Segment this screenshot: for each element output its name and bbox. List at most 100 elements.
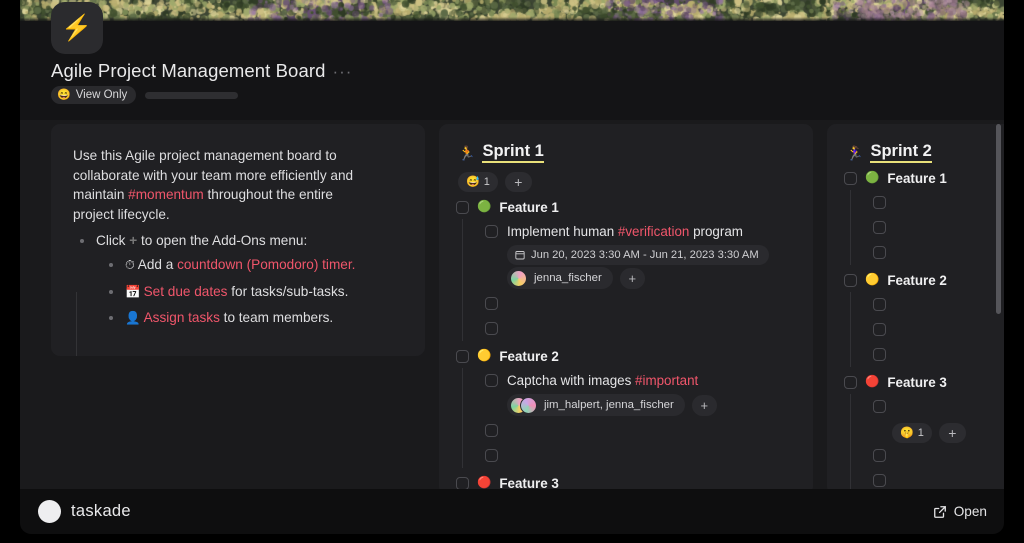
sprint-1-body: 🟢 Feature 1 Implement human #verification … xyxy=(439,196,813,495)
empty-task-row[interactable] xyxy=(856,292,1004,317)
shushing-face-emoji-icon: 🤫 xyxy=(900,426,914,439)
assignee-names: jenna_fischer xyxy=(534,272,602,284)
description-paragraph: Use this Agile project management board … xyxy=(73,146,369,224)
vertical-scrollbar-thumb[interactable] xyxy=(996,124,1001,314)
subtask-row[interactable]: Implement human #verification program xyxy=(468,219,813,244)
add-reaction-button[interactable]: + xyxy=(938,423,966,443)
reaction-count: 1 xyxy=(483,176,490,188)
task-checkbox[interactable] xyxy=(456,350,469,363)
empty-task-row[interactable] xyxy=(856,317,1004,342)
screenshot-viewport: ⚡ Agile Project Management Board ··· 😄 V… xyxy=(0,0,1024,543)
empty-task-row[interactable] xyxy=(856,240,1004,265)
status-dot-icon: 🔴 xyxy=(865,375,880,388)
add-reaction-button[interactable]: + xyxy=(504,172,532,192)
subtask-hashtag[interactable]: #important xyxy=(635,373,698,388)
empty-task-row[interactable] xyxy=(856,215,1004,240)
date-badge-line: Jun 20, 2023 3:30 AM - Jun 21, 2023 3:30… xyxy=(468,245,813,265)
sprint-1-header: 🏃 Sprint 1 xyxy=(439,124,813,163)
task-checkbox[interactable] xyxy=(844,274,857,287)
task-checkbox[interactable] xyxy=(873,298,886,311)
view-only-label: View Only xyxy=(75,89,128,101)
brand-logo[interactable]: taskade xyxy=(38,500,131,523)
sprint-1-title[interactable]: Sprint 1 xyxy=(482,142,544,163)
cover-banner xyxy=(20,0,1004,21)
subtask-row[interactable]: Captcha with images #important xyxy=(468,368,813,393)
title-row: Agile Project Management Board ··· xyxy=(51,60,352,82)
bullet-link[interactable]: Set due dates xyxy=(144,284,228,299)
task-checkbox[interactable] xyxy=(485,424,498,437)
bullet-link[interactable]: Assign tasks xyxy=(144,310,220,325)
status-dot-icon: 🟡 xyxy=(477,349,492,362)
status-dot-icon: 🔴 xyxy=(477,476,492,489)
lightning-bolt-icon: ⚡ xyxy=(61,13,93,42)
task-checkbox[interactable] xyxy=(844,172,857,185)
empty-task-row[interactable] xyxy=(468,316,813,341)
subtask-text: Captcha with images #important xyxy=(507,373,698,388)
feature-row[interactable]: 🟡 Feature 2 xyxy=(827,269,1004,292)
feature-row[interactable]: 🟢 Feature 1 xyxy=(439,196,813,219)
bullet-link[interactable]: countdown (Pomodoro) timer. xyxy=(177,257,355,272)
vertical-scrollbar-track[interactable] xyxy=(996,122,1001,494)
reaction-badge[interactable]: 😅 1 xyxy=(458,172,498,192)
task-checkbox[interactable] xyxy=(873,246,886,259)
task-checkbox[interactable] xyxy=(873,323,886,336)
feature-row[interactable]: 🟡 Feature 2 xyxy=(439,345,813,368)
task-checkbox[interactable] xyxy=(485,449,498,462)
task-checkbox[interactable] xyxy=(873,348,886,361)
assignee-badge-line: jenna_fischer + xyxy=(468,267,813,289)
status-dot-icon: 🟢 xyxy=(477,200,492,213)
bullet-emoji-icon: ⏱ xyxy=(125,257,135,272)
empty-task-row[interactable] xyxy=(856,443,1004,468)
board-area[interactable]: Use this Agile project management board … xyxy=(20,120,1004,495)
sprint-2-column: 🏃‍♀️ Sprint 2 🟢 Feature 1 🟡 Feature 2 🔴 Featu… xyxy=(827,124,1004,495)
cover-banner-image xyxy=(20,0,1004,21)
assignee-badge[interactable]: jenna_fischer xyxy=(507,267,613,289)
reaction-badge[interactable]: 🤫 1 xyxy=(892,423,932,443)
task-checkbox[interactable] xyxy=(873,400,886,413)
description-card: Use this Agile project management board … xyxy=(51,124,425,356)
empty-task-row[interactable] xyxy=(856,190,1004,215)
open-button[interactable]: Open xyxy=(933,504,987,519)
document-icon[interactable]: ⚡ xyxy=(51,2,103,54)
feature-row[interactable]: 🔴 Feature 3 xyxy=(827,371,1004,394)
calendar-icon xyxy=(515,251,525,260)
assignee-names: jim_halpert, jenna_fischer xyxy=(544,399,674,411)
meta-row: 😄 View Only xyxy=(51,86,239,104)
due-date-badge[interactable]: Jun 20, 2023 3:30 AM - Jun 21, 2023 3:30… xyxy=(507,245,769,265)
sprint-2-body: 🟢 Feature 1 🟡 Feature 2 🔴 Feature 3 🤫 1 + xyxy=(827,167,1004,493)
task-checkbox[interactable] xyxy=(873,449,886,462)
assignee-badge[interactable]: jim_halpert, jenna_fischer xyxy=(507,394,685,416)
open-label: Open xyxy=(953,504,987,519)
task-checkbox[interactable] xyxy=(844,376,857,389)
bullet-text-post: to team members. xyxy=(219,310,334,326)
subtask-text: Implement human #verification program xyxy=(507,224,743,239)
hashtag-momentum[interactable]: #momentum xyxy=(128,187,204,202)
task-checkbox[interactable] xyxy=(873,196,886,209)
task-checkbox[interactable] xyxy=(873,221,886,234)
task-checkbox[interactable] xyxy=(485,322,498,335)
add-assignee-button[interactable]: + xyxy=(619,267,645,289)
task-checkbox[interactable] xyxy=(456,201,469,214)
empty-task-row[interactable] xyxy=(468,291,813,316)
task-checkbox[interactable] xyxy=(485,374,498,387)
view-only-badge[interactable]: 😄 View Only xyxy=(51,86,137,104)
subtask-group: Captcha with images #important jim_halper… xyxy=(439,368,813,468)
empty-task-row[interactable] xyxy=(856,394,1004,419)
title-more-icon[interactable]: ··· xyxy=(332,62,352,82)
taskade-logo-icon xyxy=(38,500,61,523)
subtask-hashtag[interactable]: #verification xyxy=(618,224,689,239)
plus-icon[interactable]: + xyxy=(129,233,137,248)
add-assignee-button[interactable]: + xyxy=(691,394,717,416)
feature-row[interactable]: 🟢 Feature 1 xyxy=(827,167,1004,190)
task-checkbox[interactable] xyxy=(873,474,886,487)
sprint-2-title[interactable]: Sprint 2 xyxy=(870,142,932,163)
task-checkbox[interactable] xyxy=(485,297,498,310)
description-bullet-list: Click + to open the Add-Ons menu: xyxy=(73,231,403,251)
empty-task-row[interactable] xyxy=(856,342,1004,367)
document-frame: ⚡ Agile Project Management Board ··· 😄 V… xyxy=(20,0,1004,495)
bullet-emoji-icon: 👤 xyxy=(125,311,141,326)
document-header: ⚡ Agile Project Management Board ··· 😄 V… xyxy=(20,2,1004,120)
task-checkbox[interactable] xyxy=(485,225,498,238)
empty-task-row[interactable] xyxy=(468,418,813,443)
empty-task-row[interactable] xyxy=(468,443,813,468)
